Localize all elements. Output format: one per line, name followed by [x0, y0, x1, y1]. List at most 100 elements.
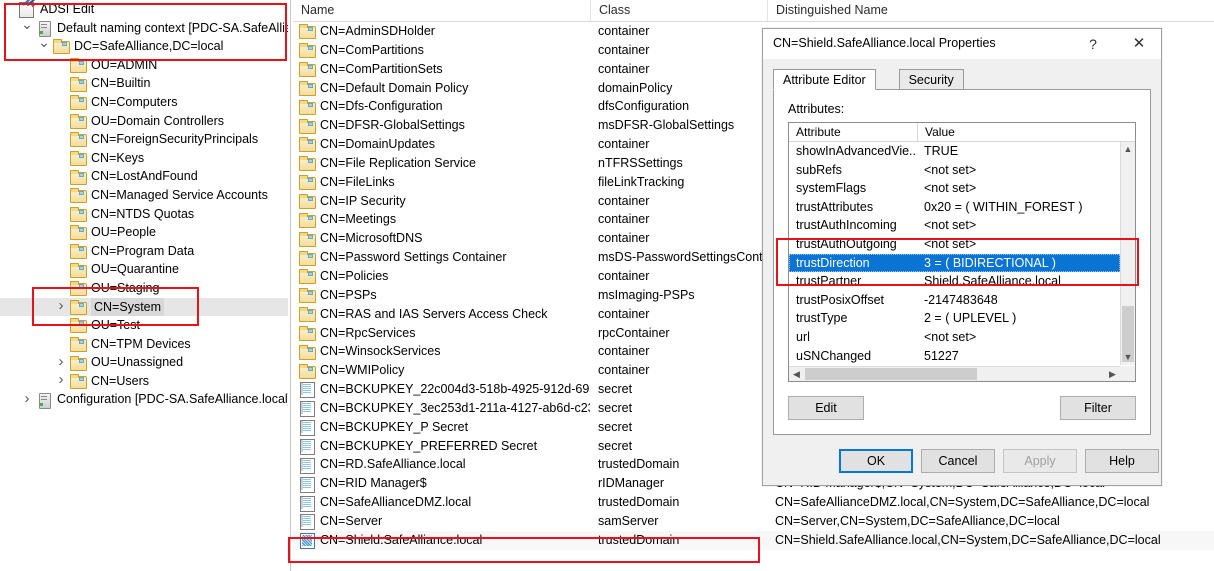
scroll-down-icon[interactable]: ▼	[1121, 350, 1135, 365]
cell-name[interactable]: CN=ComPartitions	[293, 41, 590, 60]
attribute-row[interactable]: trustPartnerShield.SafeAlliance.local	[789, 272, 1120, 291]
attribute-row[interactable]: uSNChanged51227	[789, 347, 1120, 365]
attributes-horizontal-scrollbar[interactable]: ◀ ▶	[789, 366, 1135, 381]
cell-name[interactable]: CN=IP Security	[293, 192, 590, 211]
cell-name[interactable]: CN=File Replication Service	[293, 154, 590, 173]
cell-name[interactable]: CN=BCKUPKEY_P Secret	[293, 418, 590, 437]
chevron-right-icon[interactable]	[19, 390, 35, 410]
cell-name[interactable]: CN=Meetings	[293, 210, 590, 229]
chevron-right-icon[interactable]	[53, 353, 69, 373]
chevron-right-icon[interactable]	[53, 371, 69, 391]
cell-name[interactable]: CN=WMIPolicy	[293, 361, 590, 380]
cell-name[interactable]: CN=DFSR-GlobalSettings	[293, 116, 590, 135]
tree-item[interactable]: CN=LostAndFound	[0, 167, 288, 186]
tree-item[interactable]: CN=Computers	[0, 93, 288, 112]
cell-name[interactable]: CN=ComPartitionSets	[293, 60, 590, 79]
cell-name[interactable]: CN=RpcServices	[293, 324, 590, 343]
tree-item[interactable]: CN=System	[0, 298, 288, 317]
tree-scroll-area[interactable]: ✦ADSI EditDefault naming context [PDC-SA…	[0, 0, 288, 571]
attributes-rows[interactable]: showInAdvancedVie...TRUEsubRefs<not set>…	[789, 142, 1120, 365]
value-column-header[interactable]: Value	[917, 123, 1135, 141]
cell-name[interactable]: CN=PSPs	[293, 286, 590, 305]
tree-item[interactable]: OU=Staging	[0, 279, 288, 298]
properties-dialog[interactable]: CN=Shield.SafeAlliance.local Properties …	[762, 28, 1162, 486]
tree-item[interactable]: CN=NTDS Quotas	[0, 205, 288, 224]
cell-name[interactable]: CN=FileLinks	[293, 173, 590, 192]
cell-name[interactable]: CN=RD.SafeAlliance.local	[293, 455, 590, 474]
attribute-row[interactable]: trustAuthOutgoing<not set>	[789, 235, 1120, 254]
help-button[interactable]: Help	[1085, 449, 1159, 473]
cell-name[interactable]: CN=Default Domain Policy	[293, 79, 590, 98]
cell-name[interactable]: CN=BCKUPKEY_PREFERRED Secret	[293, 437, 590, 456]
cell-name[interactable]: CN=RID Manager$	[293, 474, 590, 493]
chevron-right-icon[interactable]	[53, 297, 69, 317]
tree-item[interactable]: OU=ADMIN	[0, 56, 288, 75]
cell-name[interactable]: CN=RAS and IAS Servers Access Check	[293, 305, 590, 324]
cell-name[interactable]: CN=Shield.SafeAlliance.local	[293, 531, 590, 550]
cell-name[interactable]: CN=MicrosoftDNS	[293, 229, 590, 248]
table-row[interactable]: CN=SafeAllianceDMZ.localtrustedDomainCN=…	[293, 493, 1214, 512]
attribute-row[interactable]: systemFlags<not set>	[789, 179, 1120, 198]
attribute-row[interactable]: showInAdvancedVie...TRUE	[789, 142, 1120, 161]
tree-pane[interactable]: ✦ADSI EditDefault naming context [PDC-SA…	[0, 0, 288, 571]
attribute-row[interactable]: trustPosixOffset-2147483648	[789, 291, 1120, 310]
tab-attribute-editor[interactable]: Attribute Editor	[773, 69, 876, 90]
column-header-cls[interactable]: Class	[590, 0, 767, 21]
tree-item[interactable]: CN=TPM Devices	[0, 335, 288, 354]
cell-name[interactable]: CN=BCKUPKEY_22c004d3-518b-4925-912d-6952…	[293, 380, 590, 399]
ok-button[interactable]: OK	[839, 449, 913, 473]
tree-item[interactable]: CN=Builtin	[0, 74, 288, 93]
tree-item[interactable]: Configuration [PDC-SA.SafeAlliance.local…	[0, 390, 288, 409]
tree-item[interactable]: CN=ForeignSecurityPrincipals	[0, 130, 288, 149]
tree-item[interactable]: CN=Program Data	[0, 242, 288, 261]
table-row[interactable]: CN=ServersamServerCN=Server,CN=System,DC…	[293, 512, 1214, 531]
attribute-row[interactable]: trustType2 = ( UPLEVEL )	[789, 309, 1120, 328]
list-column-header[interactable]: NameClassDistinguished Name	[293, 0, 1214, 22]
cell-name[interactable]: CN=WinsockServices	[293, 342, 590, 361]
attribute-row[interactable]: trustDirection3 = ( BIDIRECTIONAL )	[789, 254, 1120, 273]
cancel-button[interactable]: Cancel	[921, 449, 995, 473]
attribute-column-header[interactable]: Attribute	[789, 123, 917, 141]
attributes-vertical-scrollbar[interactable]: ▲ ▼	[1120, 142, 1135, 365]
tree-item[interactable]: CN=Keys	[0, 149, 288, 168]
cell-name[interactable]: CN=DomainUpdates	[293, 135, 590, 154]
help-icon[interactable]: ?	[1071, 29, 1115, 59]
dialog-tabs[interactable]: Attribute Editor Security	[773, 69, 1151, 90]
chevron-down-icon[interactable]	[19, 18, 35, 39]
column-header-dn[interactable]: Distinguished Name	[767, 0, 1214, 21]
tree-item[interactable]: OU=Domain Controllers	[0, 112, 288, 131]
cell-name[interactable]: CN=Policies	[293, 267, 590, 286]
tree-item[interactable]: CN=Managed Service Accounts	[0, 186, 288, 205]
cell-name[interactable]: CN=SafeAllianceDMZ.local	[293, 493, 590, 512]
attribute-row[interactable]: url<not set>	[789, 328, 1120, 347]
chevron-down-icon[interactable]	[36, 36, 52, 57]
cell-name[interactable]: CN=AdminSDHolder	[293, 22, 590, 41]
tree-item[interactable]: DC=SafeAlliance,DC=local	[0, 37, 288, 56]
filter-button[interactable]: Filter	[1060, 396, 1136, 420]
dialog-titlebar[interactable]: CN=Shield.SafeAlliance.local Properties …	[763, 29, 1161, 60]
table-row[interactable]: CN=Shield.SafeAlliance.localtrustedDomai…	[293, 531, 1214, 550]
attribute-row[interactable]: trustAttributes0x20 = ( WITHIN_FOREST )	[789, 198, 1120, 217]
attributes-grid-header[interactable]: Attribute Value	[789, 123, 1135, 142]
tab-security[interactable]: Security	[899, 69, 964, 90]
pane-splitter[interactable]	[290, 0, 291, 571]
attribute-row[interactable]: trustAuthIncoming<not set>	[789, 216, 1120, 235]
cell-name[interactable]: CN=BCKUPKEY_3ec253d1-211a-4127-ab6d-c23f…	[293, 399, 590, 418]
attributes-grid[interactable]: Attribute Value showInAdvancedVie...TRUE…	[788, 122, 1136, 382]
cell-name[interactable]: CN=Dfs-Configuration	[293, 97, 590, 116]
close-icon[interactable]: ✕	[1117, 29, 1161, 59]
tree-item[interactable]: ✦ADSI Edit	[0, 0, 288, 19]
attribute-row[interactable]: subRefs<not set>	[789, 161, 1120, 180]
tree-item[interactable]: OU=Test	[0, 316, 288, 335]
edit-button[interactable]: Edit	[788, 396, 864, 420]
scroll-up-icon[interactable]: ▲	[1121, 142, 1135, 157]
scroll-right-icon[interactable]: ▶	[1105, 367, 1120, 382]
scroll-left-icon[interactable]: ◀	[789, 367, 804, 382]
tree-item[interactable]: CN=Users	[0, 372, 288, 391]
column-header-name[interactable]: Name	[293, 0, 590, 21]
cell-name[interactable]: CN=Password Settings Container	[293, 248, 590, 267]
tree-item[interactable]: OU=People	[0, 223, 288, 242]
horizontal-scrollbar-thumb[interactable]	[805, 368, 977, 380]
tree-item[interactable]: OU=Unassigned	[0, 353, 288, 372]
tree-item[interactable]: OU=Quarantine	[0, 260, 288, 279]
